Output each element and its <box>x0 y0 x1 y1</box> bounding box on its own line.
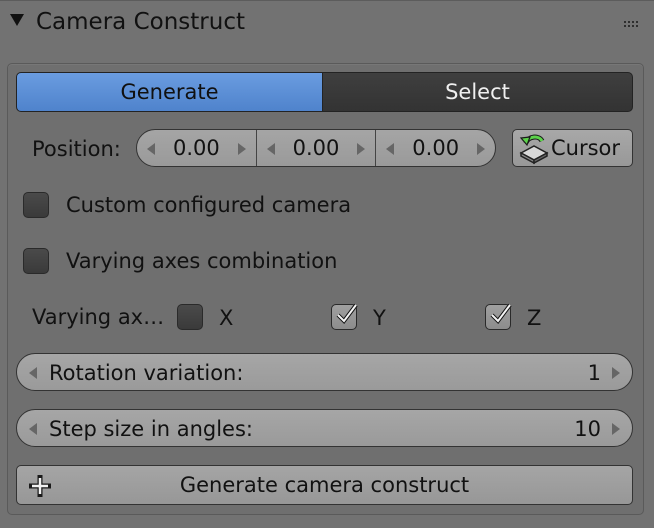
increment-arrow-icon[interactable] <box>477 143 486 155</box>
decrement-arrow-icon[interactable] <box>386 143 395 155</box>
cursor-button[interactable]: Cursor <box>512 129 633 167</box>
cursor-button-label: Cursor <box>551 136 621 160</box>
varying-axes-row-label: Varying ax… <box>32 305 165 329</box>
checkmark-icon <box>336 303 358 325</box>
step-size-label: Step size in angles: <box>49 417 253 441</box>
increment-arrow-icon[interactable] <box>237 143 246 155</box>
axis-x-checkbox[interactable] <box>177 304 203 330</box>
generate-camera-construct-button[interactable]: Generate camera construct <box>16 465 633 505</box>
axis-z-checkbox[interactable] <box>485 303 512 330</box>
decrement-arrow-icon[interactable] <box>266 143 275 155</box>
rotation-variation-value: 1 <box>587 361 601 385</box>
increment-arrow-icon[interactable] <box>612 367 620 379</box>
position-z-field[interactable]: 0.00 <box>375 130 495 166</box>
decrement-arrow-icon[interactable] <box>29 423 37 435</box>
increment-arrow-icon[interactable] <box>357 143 366 155</box>
tab-select[interactable]: Select <box>323 72 633 112</box>
position-z-value: 0.00 <box>412 136 460 160</box>
custom-camera-label: Custom configured camera <box>66 193 352 217</box>
varying-axes-label: Varying axes combination <box>66 249 338 273</box>
increment-arrow-icon[interactable] <box>612 423 620 435</box>
position-label: Position: <box>32 137 121 161</box>
custom-camera-checkbox[interactable] <box>23 192 49 218</box>
axis-z-label: Z <box>527 306 542 330</box>
position-y-value: 0.00 <box>292 136 340 160</box>
panel-title: Camera Construct <box>36 9 245 35</box>
position-x-value: 0.00 <box>172 136 220 160</box>
decrement-arrow-icon[interactable] <box>147 143 155 155</box>
axis-x-label: X <box>219 306 234 330</box>
cursor-reset-icon <box>519 134 549 165</box>
plus-icon <box>29 475 51 497</box>
generate-button-label: Generate camera construct <box>179 473 470 497</box>
mode-tabs: Generate Select <box>16 72 633 112</box>
step-size-value: 10 <box>574 417 601 441</box>
decrement-arrow-icon[interactable] <box>29 367 37 379</box>
rotation-variation-field[interactable]: Rotation variation: 1 <box>16 353 633 391</box>
position-x-field[interactable]: 0.00 <box>137 130 256 166</box>
triangle-down-icon[interactable] <box>10 14 24 26</box>
checkmark-icon <box>490 303 512 325</box>
camera-construct-panel: Camera Construct Generate Select Positio… <box>0 0 654 528</box>
tab-generate[interactable]: Generate <box>16 72 323 112</box>
step-size-field[interactable]: Step size in angles: 10 <box>16 409 633 447</box>
axis-y-label: Y <box>373 306 386 330</box>
varying-axes-checkbox[interactable] <box>23 248 49 274</box>
rotation-variation-label: Rotation variation: <box>49 361 244 385</box>
position-y-field[interactable]: 0.00 <box>255 130 376 166</box>
drag-grip-icon[interactable] <box>624 21 638 31</box>
panel-header[interactable]: Camera Construct <box>0 1 654 47</box>
position-vector-field: 0.00 0.00 0.00 <box>136 129 496 167</box>
axis-y-checkbox[interactable] <box>331 303 358 330</box>
